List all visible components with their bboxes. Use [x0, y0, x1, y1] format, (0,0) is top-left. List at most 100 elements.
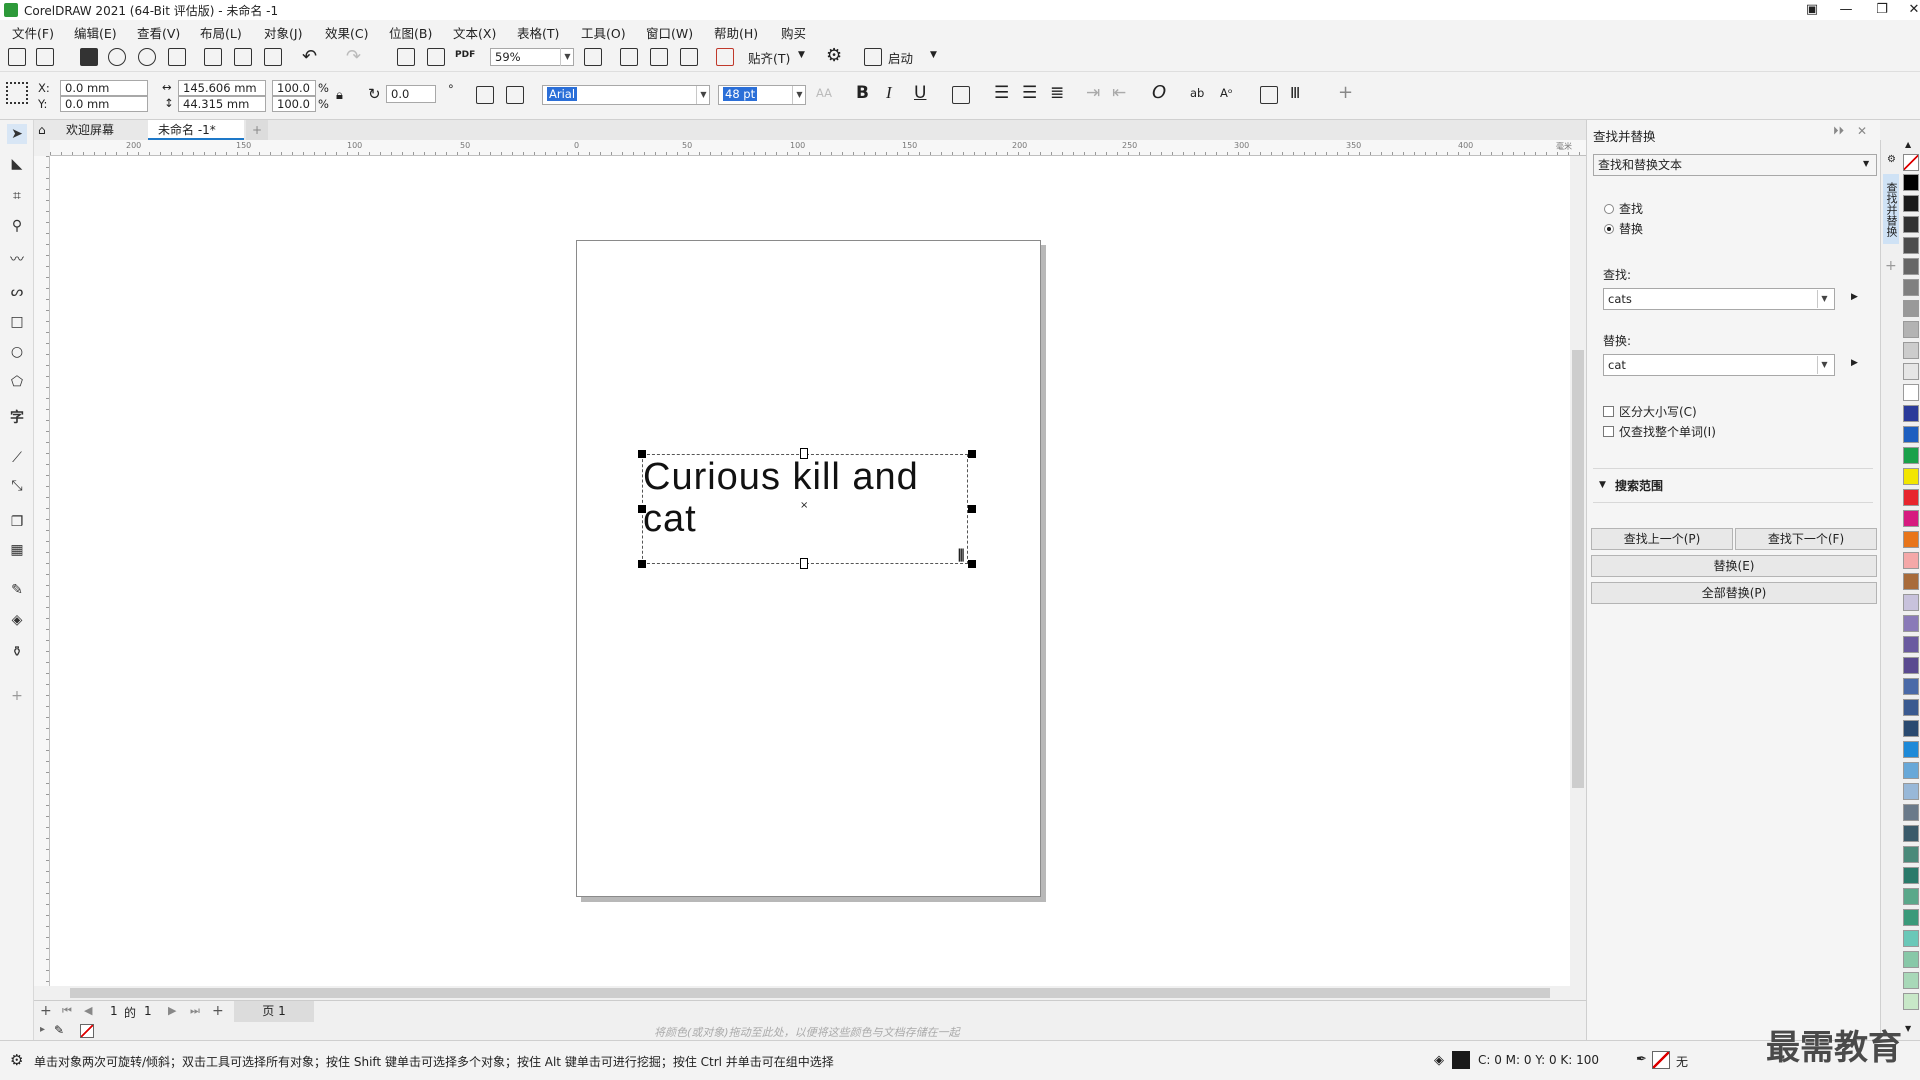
home-icon[interactable]: ⌂: [34, 120, 56, 140]
parallel-dimension-tool-icon[interactable]: ⟋: [7, 448, 27, 468]
paste-icon[interactable]: [264, 48, 282, 66]
artistic-media-tool-icon[interactable]: ᔕ: [7, 282, 27, 302]
show-grid-icon[interactable]: [650, 48, 668, 66]
shape-tool-icon[interactable]: ◣: [7, 154, 27, 174]
cut-icon[interactable]: [204, 48, 222, 66]
import-icon[interactable]: [397, 48, 415, 66]
menu-buy[interactable]: 购买: [781, 23, 806, 42]
tab-welcome-screen[interactable]: 欢迎屏幕: [56, 120, 146, 140]
full-screen-icon[interactable]: [584, 48, 602, 66]
ellipse-tool-icon[interactable]: ○: [7, 342, 27, 362]
interactive-fill-tool-icon[interactable]: ◈: [7, 610, 27, 630]
palette-color-swatch[interactable]: [1903, 867, 1919, 884]
menu-object[interactable]: 对象(J): [264, 23, 302, 42]
replace-options-arrow-icon[interactable]: ▶: [1851, 358, 1858, 368]
drop-shadow-tool-icon[interactable]: ❐: [7, 512, 27, 532]
opentype-icon[interactable]: O: [1152, 82, 1166, 103]
restore-button[interactable]: ❐: [1866, 0, 1898, 20]
menu-bitmap[interactable]: 位图(B): [389, 23, 432, 42]
palette-color-swatch[interactable]: [1903, 699, 1919, 716]
palette-color-swatch[interactable]: [1903, 741, 1919, 758]
decrease-indent-icon[interactable]: ⇤: [1112, 83, 1126, 103]
palette-color-swatch[interactable]: [1903, 720, 1919, 737]
polygon-tool-icon[interactable]: ⬠: [7, 372, 27, 392]
selection-handle[interactable]: [638, 450, 646, 458]
palette-color-swatch[interactable]: [1903, 510, 1919, 527]
palette-color-swatch[interactable]: [1903, 972, 1919, 989]
menu-edit[interactable]: 编辑(E): [74, 23, 117, 42]
text-properties-icon[interactable]: [1260, 86, 1278, 104]
chevron-down-icon[interactable]: ▼: [1817, 290, 1831, 308]
add-docker-icon[interactable]: +: [1885, 258, 1897, 274]
chevron-down-icon[interactable]: ▼: [798, 50, 805, 60]
palette-color-swatch[interactable]: [1903, 384, 1919, 401]
palette-scroll-up-icon[interactable]: ▲: [1905, 140, 1911, 149]
menu-layout[interactable]: 布局(L): [200, 23, 242, 42]
menu-effects[interactable]: 效果(C): [325, 23, 368, 42]
pdf-export-icon[interactable]: PDF: [455, 50, 475, 60]
palette-color-swatch[interactable]: [1903, 216, 1919, 233]
chevron-right-icon[interactable]: ▸: [40, 1024, 45, 1035]
scale-width-field[interactable]: 100.0: [272, 80, 316, 96]
palette-color-swatch[interactable]: [1903, 678, 1919, 695]
options-gear-icon[interactable]: ⚙: [826, 45, 842, 66]
palette-color-swatch[interactable]: [1903, 825, 1919, 842]
find-input[interactable]: cats: [1603, 288, 1835, 310]
add-icon[interactable]: +: [1338, 82, 1353, 103]
palette-color-swatch[interactable]: [1903, 468, 1919, 485]
find-radio[interactable]: [1604, 204, 1614, 214]
palette-color-swatch[interactable]: [1903, 657, 1919, 674]
open-icon[interactable]: [36, 48, 54, 66]
palette-color-swatch[interactable]: [1903, 321, 1919, 338]
zoom-tool-icon[interactable]: ⚲: [7, 216, 27, 236]
selection-handle[interactable]: [968, 560, 976, 568]
numbered-list-icon[interactable]: ☰: [1022, 83, 1037, 103]
lock-ratio-icon[interactable]: 🔒︎: [336, 88, 343, 103]
palette-color-swatch[interactable]: [1903, 909, 1919, 926]
menu-window[interactable]: 窗口(W): [646, 23, 693, 42]
no-color-swatch[interactable]: [80, 1024, 94, 1038]
palette-color-swatch[interactable]: [1903, 531, 1919, 548]
artistic-text-object[interactable]: Curious kill and cat: [643, 456, 973, 540]
help-window-icon[interactable]: ▣: [1796, 0, 1828, 20]
palette-color-swatch[interactable]: [1903, 426, 1919, 443]
transparency-tool-icon[interactable]: ▦: [7, 540, 27, 560]
rectangle-tool-icon[interactable]: □: [7, 312, 27, 332]
status-settings-icon[interactable]: ⚙: [10, 1051, 23, 1069]
text-spacing-handle[interactable]: [800, 558, 808, 569]
fill-color-swatch[interactable]: [1452, 1051, 1470, 1069]
palette-color-swatch[interactable]: [1903, 846, 1919, 863]
eyedropper-tool-icon[interactable]: ✎: [7, 580, 27, 600]
launch-icon[interactable]: [864, 48, 882, 66]
menu-table[interactable]: 表格(T): [517, 23, 559, 42]
palette-color-swatch[interactable]: [1903, 636, 1919, 653]
vertical-text-icon[interactable]: Ⅲ: [1290, 84, 1300, 102]
palette-scroll-down-icon[interactable]: ▼: [1905, 1024, 1911, 1033]
palette-color-swatch[interactable]: [1903, 993, 1919, 1010]
scale-height-field[interactable]: 100.0: [272, 96, 316, 112]
tab-find-replace[interactable]: 查找并替换: [1883, 174, 1899, 244]
chevron-down-icon[interactable]: ▼: [930, 50, 937, 60]
undo-icon[interactable]: ↶: [302, 46, 317, 67]
menu-tools[interactable]: 工具(O): [581, 23, 626, 42]
menu-text[interactable]: 文本(X): [453, 23, 496, 42]
sidetab-icon[interactable]: ⚙: [1887, 154, 1896, 165]
no-color-swatch[interactable]: [1903, 154, 1919, 171]
palette-color-swatch[interactable]: [1903, 930, 1919, 947]
vertical-ruler[interactable]: [34, 156, 50, 986]
palette-color-swatch[interactable]: [1903, 615, 1919, 632]
palette-color-swatch[interactable]: [1903, 762, 1919, 779]
add-tool-icon[interactable]: +: [7, 686, 27, 706]
selection-handle[interactable]: [638, 560, 646, 568]
palette-color-swatch[interactable]: [1903, 951, 1919, 968]
palette-color-swatch[interactable]: [1903, 804, 1919, 821]
cloud-download-icon[interactable]: [108, 48, 126, 66]
find-previous-button[interactable]: 查找上一个(P): [1591, 528, 1733, 550]
close-button[interactable]: ✕: [1898, 0, 1920, 20]
freehand-tool-icon[interactable]: 〰: [7, 250, 27, 270]
vertical-scroll-thumb[interactable]: [1572, 350, 1584, 788]
text-tool-icon[interactable]: 字: [7, 408, 27, 428]
find-options-arrow-icon[interactable]: ▶: [1851, 292, 1858, 302]
add-page-icon[interactable]: +: [40, 1003, 52, 1019]
replace-button[interactable]: 替换(E): [1591, 555, 1877, 577]
